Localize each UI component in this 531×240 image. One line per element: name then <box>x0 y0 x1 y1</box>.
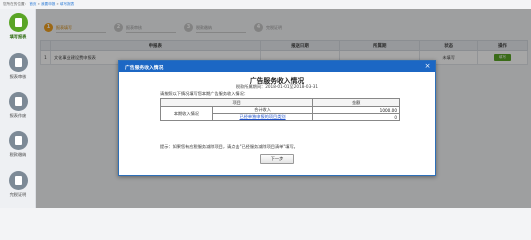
sidebar-item-label: 报表作废 <box>9 113 27 118</box>
close-icon[interactable]: × <box>423 62 432 71</box>
sidebar-item-label: 税款缴纳 <box>9 152 27 157</box>
item-total-income: 合计收入 <box>211 106 314 114</box>
certificate-icon <box>8 171 28 190</box>
sidebar-item-report-void[interactable]: 报表作废 <box>2 92 34 122</box>
sidebar-item-fill-report[interactable]: 填写报表 <box>2 13 34 43</box>
breadcrumb-home[interactable]: 首页 <box>29 2 36 6</box>
deduction-items-link[interactable]: 已经单独申报的项目类别 <box>240 114 286 119</box>
income-table: 项目 金额 本期收入情况 合计收入 已经单独申报的项目类别 0 <box>159 98 400 121</box>
table-row: 本期收入情况 合计收入 <box>160 106 400 121</box>
dialog-title: 广告服务收入情况 <box>125 66 164 71</box>
form-icon <box>8 13 28 32</box>
sidebar-item-tax-payment[interactable]: 税款缴纳 <box>2 131 34 161</box>
audit-icon <box>8 53 28 72</box>
total-income-input[interactable] <box>313 107 399 113</box>
breadcrumb-declare[interactable]: 我要申报 <box>41 2 55 6</box>
sidebar-item-tax-certificate[interactable]: 完税证明 <box>2 171 34 201</box>
sidebar-item-report-audit[interactable]: 报表审核 <box>2 53 34 83</box>
breadcrumb-separator: » <box>37 2 40 6</box>
row-group-label: 本期收入情况 <box>160 106 213 121</box>
sidebar-item-label: 填写报表 <box>9 34 27 39</box>
payment-icon <box>8 131 28 150</box>
sidebar-item-label: 完税证明 <box>9 192 27 197</box>
column-header-amount: 金额 <box>312 98 400 107</box>
column-header-item: 项目 <box>159 98 314 107</box>
amount-cell <box>312 106 400 114</box>
table-header-row: 项目 金额 <box>159 98 400 107</box>
dialog-header: 广告服务收入情况 × <box>119 61 435 72</box>
item-deduction-link: 已经单独申报的项目类别 <box>211 113 314 121</box>
top-bar: 您所在的位置： 首页 » 我要申报 » 填写报表 <box>0 0 531 9</box>
breadcrumb: 您所在的位置： 首页 » 我要申报 » 填写报表 <box>3 2 74 7</box>
deduction-amount: 0 <box>312 113 400 121</box>
next-button[interactable]: 下一步 <box>260 154 294 164</box>
void-icon <box>8 92 28 111</box>
sidebar: 填写报表 报表审核 报表作废 税款缴纳 完税证明 <box>0 9 36 208</box>
instruction-text: 请按照以下情况填写您本期广告服务收入情况： <box>160 91 248 96</box>
tax-period: 税款所属期间：2018-01-01至2018-03-31 <box>235 84 319 89</box>
breadcrumb-fill-report[interactable]: 填写报表 <box>60 2 74 6</box>
breadcrumb-prefix: 您所在的位置： <box>3 2 29 6</box>
hint-text: 提示：如果您有应税服务减除项目，请点击"已经服务减除项目清单"填写。 <box>160 144 298 149</box>
breadcrumb-separator: » <box>56 2 59 6</box>
ad-income-dialog: 广告服务收入情况 × 广告服务收入情况 税款所属期间：2018-01-01至20… <box>118 60 436 176</box>
sidebar-item-label: 报表审核 <box>9 74 27 79</box>
